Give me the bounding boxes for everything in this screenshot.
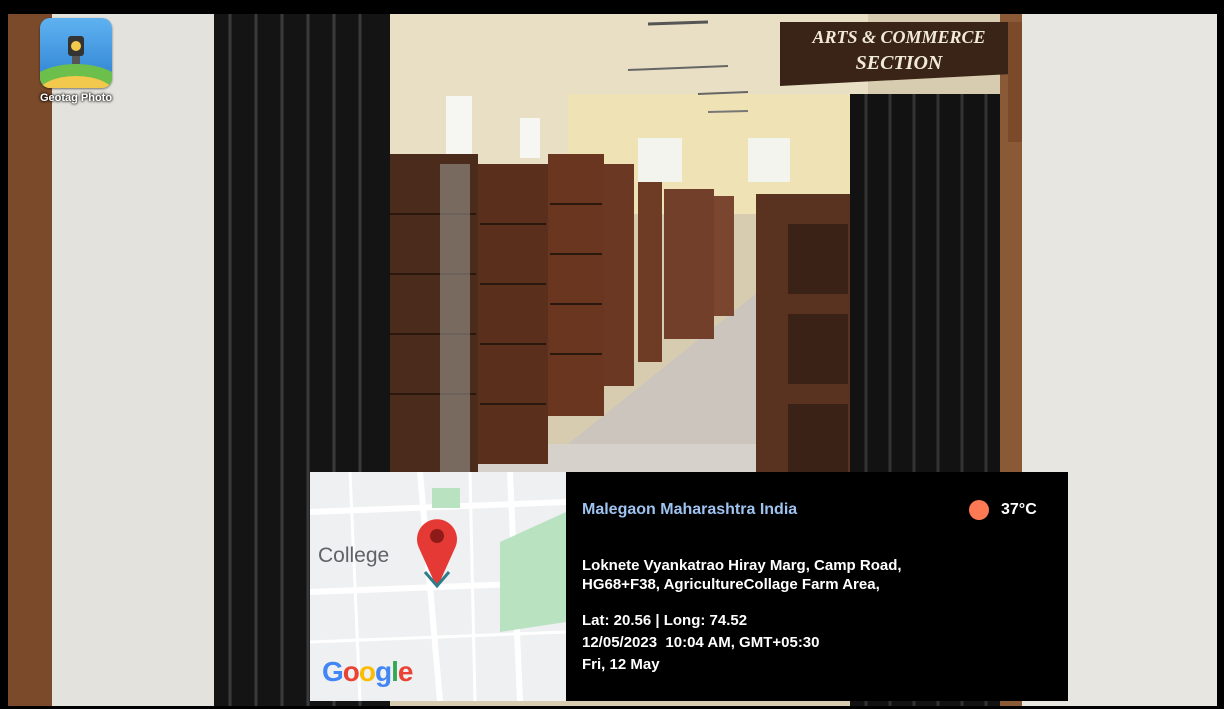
geotag-overlay: College Google Malegaon Maharashtra Indi… [310,472,1068,701]
capture-details: Lat: 20.56 | Long: 74.52 12/05/2023 10:0… [582,610,820,676]
coordinates: Lat: 20.56 | Long: 74.52 [582,612,748,629]
google-letter: g [375,656,392,687]
google-letter: o [358,656,376,687]
sign-line-1: ARTS & COMMERCE [812,27,986,47]
map-place-label: College [318,544,390,567]
geotag-app-icon [40,18,112,88]
sign-line-2: SECTION [855,52,943,74]
image-frame: ARTS & COMMERCE SECTION Geotag Photo Col… [0,0,1224,709]
weather-indicator: 37°C [969,500,1037,520]
sun-icon [969,500,989,520]
google-letter: e [397,656,414,687]
map-thumbnail[interactable]: College Google [310,472,566,701]
google-letter: G [322,656,344,687]
address-line-2: HG68+F38, AgricultureCollage Farm Area, [582,576,880,593]
geotag-photo-app[interactable]: Geotag Photo [20,18,132,106]
datetime: 12/05/2023 10:04 AM, GMT+05:30 [582,634,820,651]
address-line-1: Loknete Vyankatrao Hiray Marg, Camp Road… [582,557,902,574]
section-sign-text: ARTS & COMMERCE SECTION [790,24,1008,76]
google-letter: l [391,656,399,687]
google-logo: Google [322,656,414,688]
location-title: Malegaon Maharashtra India [582,501,798,518]
google-letter: o [342,656,360,687]
app-label: Geotag Photo [39,92,113,104]
day: Fri, 12 May [582,656,660,673]
location-pin-icon [417,519,457,589]
temperature: 37°C [1001,501,1037,518]
address: Loknete Vyankatrao Hiray Marg, Camp Road… [582,556,902,594]
